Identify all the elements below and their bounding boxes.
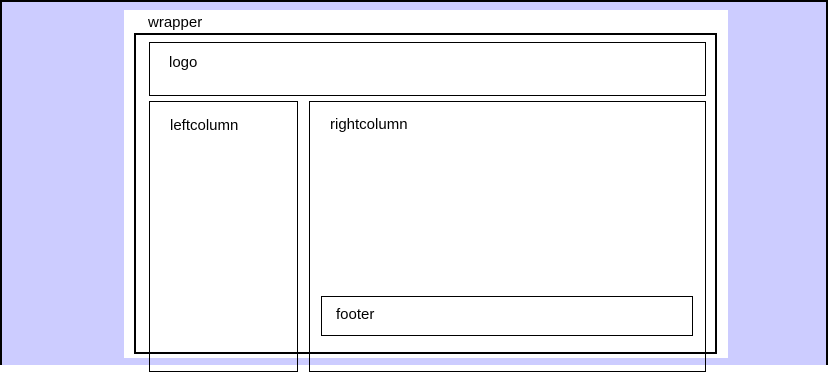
rightcolumn-box: rightcolumn footer — [309, 101, 706, 372]
footer-label: footer — [336, 306, 375, 323]
leftcolumn-box: leftcolumn — [149, 101, 298, 372]
page-area: wrapper logo leftcolumn rightcolumn foot… — [124, 10, 728, 372]
rightcolumn-label: rightcolumn — [330, 116, 408, 133]
wrapper-box: logo leftcolumn rightcolumn footer — [134, 33, 717, 372]
layout-canvas: wrapper logo leftcolumn rightcolumn foot… — [2, 2, 826, 372]
footer-box: footer — [321, 296, 693, 336]
logo-box: logo — [149, 42, 706, 96]
wrapper-label: wrapper — [148, 14, 203, 31]
leftcolumn-label: leftcolumn — [170, 117, 239, 134]
logo-label: logo — [169, 54, 198, 71]
